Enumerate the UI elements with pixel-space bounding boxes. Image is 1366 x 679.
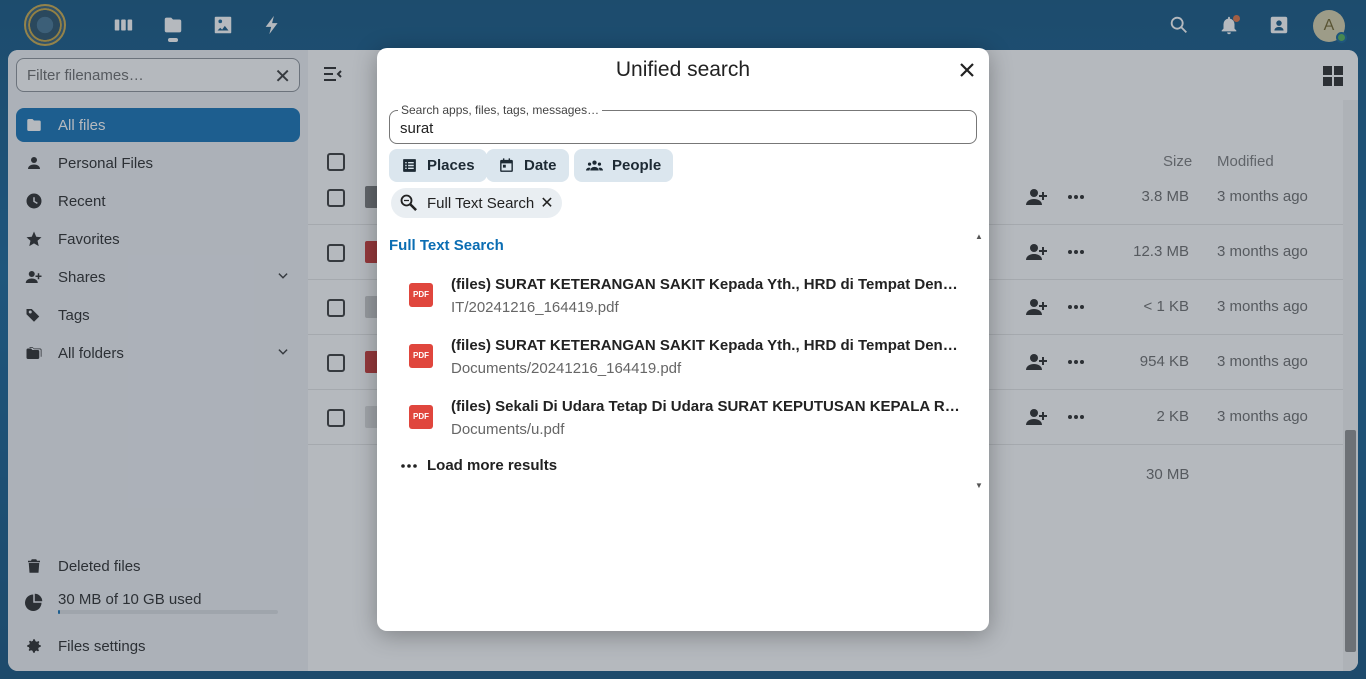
scroll-up-arrow-icon[interactable]: ▲ xyxy=(975,232,983,241)
people-icon xyxy=(586,160,603,171)
active-filter-label: Full Text Search xyxy=(427,194,535,212)
results-section-title: Full Text Search xyxy=(389,237,504,254)
result-path: Documents/u.pdf xyxy=(451,421,565,438)
active-filter-chip[interactable]: Full Text Search ✕ xyxy=(391,188,562,218)
search-result-item[interactable]: PDF (files) SURAT KETERANGAN SAKIT Kepad… xyxy=(397,333,967,391)
search-result-item[interactable]: PDF (files) Sekali Di Udara Tetap Di Uda… xyxy=(397,394,967,452)
date-filter-label: Date xyxy=(524,157,557,174)
load-more-label: Load more results xyxy=(427,457,558,474)
people-filter-label: People xyxy=(612,157,662,174)
load-more-button[interactable]: Load more results xyxy=(401,457,557,474)
date-filter-button[interactable]: Date xyxy=(486,149,569,182)
search-input-value[interactable]: surat xyxy=(400,120,433,137)
pdf-file-icon: PDF xyxy=(409,283,433,307)
search-input-label: Search apps, files, tags, messages… xyxy=(398,103,603,117)
more-dots-icon xyxy=(401,463,417,468)
close-icon[interactable] xyxy=(957,60,977,80)
result-path: IT/20241216_164419.pdf xyxy=(451,299,619,316)
result-path: Documents/20241216_164419.pdf xyxy=(451,360,682,377)
pdf-file-icon: PDF xyxy=(409,344,433,368)
remove-filter-icon[interactable]: ✕ xyxy=(540,193,553,213)
search-input[interactable]: Search apps, files, tags, messages… sura… xyxy=(389,103,977,144)
people-filter-button[interactable]: People xyxy=(574,149,674,182)
unified-search-dialog: Unified search Search apps, files, tags,… xyxy=(377,48,989,631)
result-title: (files) SURAT KETERANGAN SAKIT Kepada Yt… xyxy=(451,276,961,293)
dialog-title: Unified search xyxy=(615,58,751,81)
full-text-search-icon xyxy=(400,194,417,211)
result-title: (files) Sekali Di Udara Tetap Di Udara S… xyxy=(451,398,961,415)
list-box-icon xyxy=(403,159,416,172)
pdf-file-icon: PDF xyxy=(409,405,433,429)
result-title: (files) SURAT KETERANGAN SAKIT Kepada Yt… xyxy=(451,337,961,354)
places-filter-label: Places xyxy=(427,157,475,174)
scroll-down-arrow-icon[interactable]: ▼ xyxy=(975,481,983,490)
search-result-item[interactable]: PDF (files) SURAT KETERANGAN SAKIT Kepad… xyxy=(397,272,967,330)
places-filter-button[interactable]: Places xyxy=(389,149,487,182)
calendar-icon xyxy=(500,158,513,172)
